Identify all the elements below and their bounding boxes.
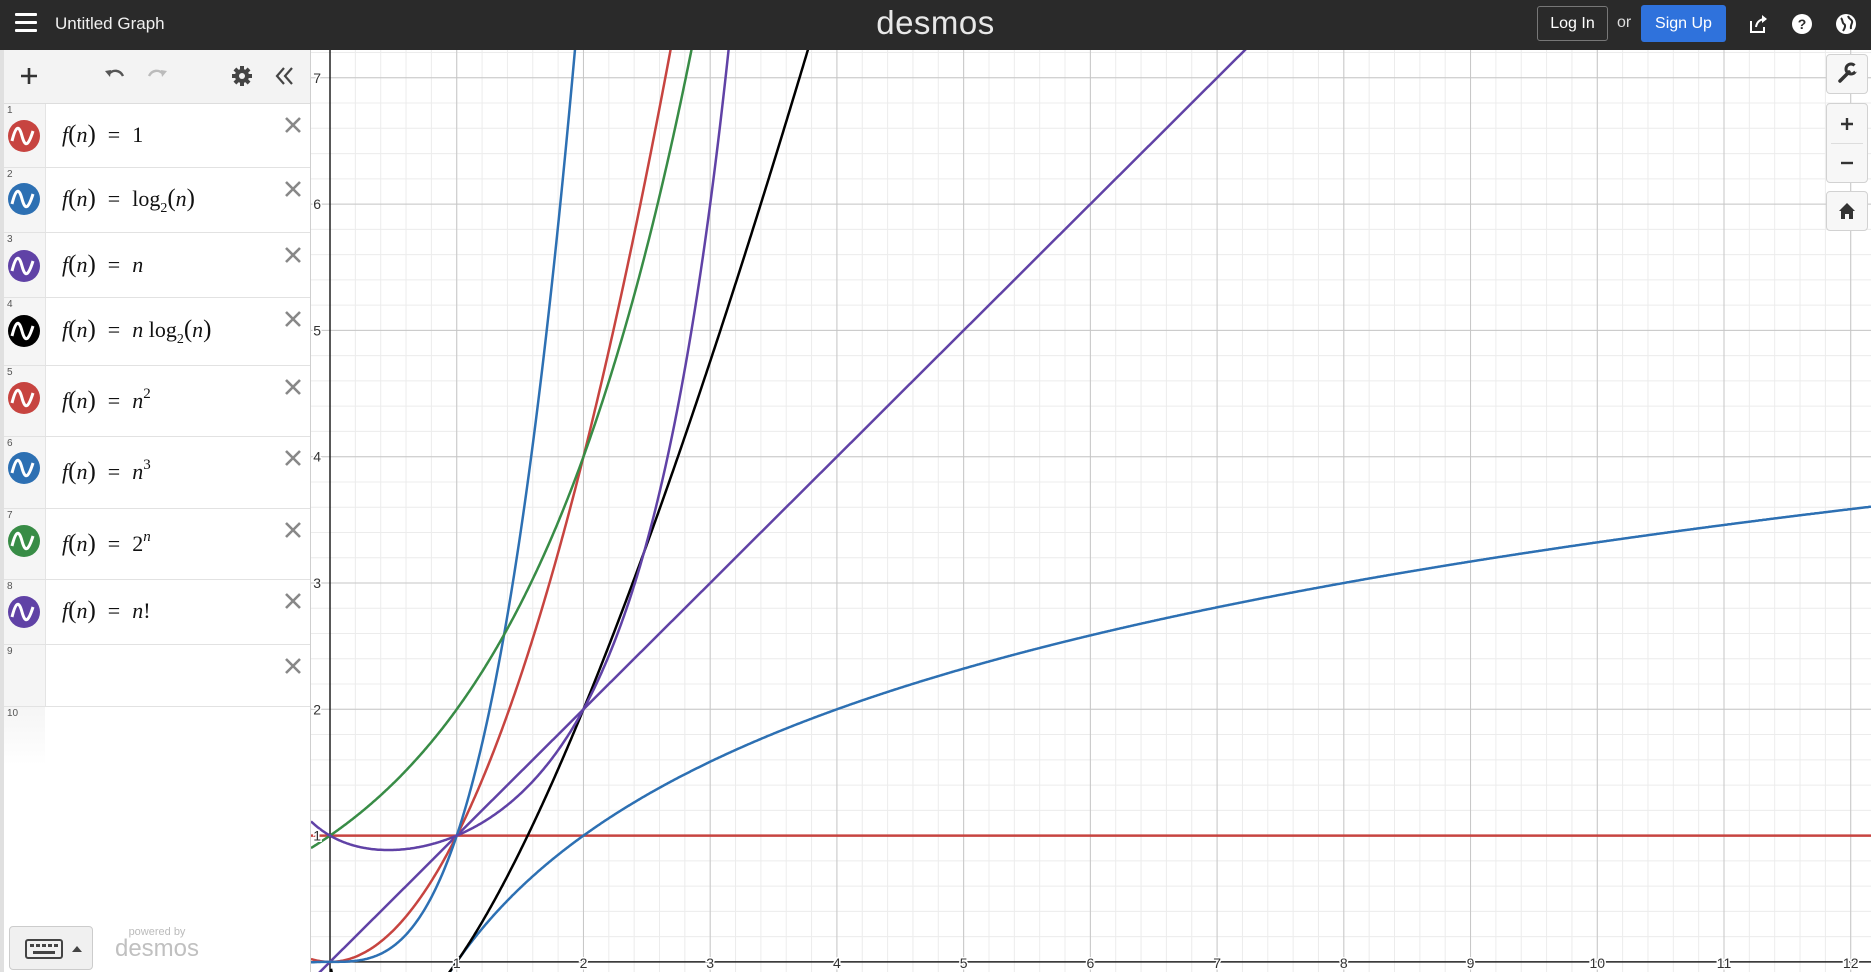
expression-item-empty[interactable]: 9 bbox=[4, 645, 310, 707]
expression-math[interactable]: f(n) = log2(n) bbox=[62, 185, 195, 216]
keyboard-toggle-button[interactable] bbox=[9, 926, 93, 970]
close-icon[interactable] bbox=[282, 308, 304, 330]
y-tick-label: 6 bbox=[313, 196, 321, 212]
expression-math[interactable]: f(n) = 2n bbox=[62, 530, 151, 558]
expression-item[interactable]: 2 f(n) = log2(n) bbox=[4, 168, 310, 233]
curve-5 bbox=[311, 50, 672, 964]
x-tick-label: 4 bbox=[833, 955, 841, 971]
graph-color-icon[interactable] bbox=[7, 119, 41, 153]
wrench-icon[interactable] bbox=[1827, 55, 1867, 93]
powered-by-desmos: powered by desmos bbox=[114, 926, 200, 962]
expression-panel: 1 f(n) = 1 2 f(n) = log2(n) 3 f(n) = n 4… bbox=[0, 50, 311, 972]
x-tick-label: 10 bbox=[1589, 955, 1605, 971]
help-icon[interactable]: ? bbox=[1790, 12, 1814, 36]
y-tick-label: 4 bbox=[313, 449, 321, 465]
close-icon[interactable] bbox=[282, 447, 304, 469]
expression-item[interactable]: 7 f(n) = 2n bbox=[4, 509, 310, 580]
zoom-in-icon[interactable] bbox=[1827, 105, 1867, 143]
sign-up-button[interactable]: Sign Up bbox=[1641, 5, 1726, 42]
expression-number: 1 bbox=[7, 105, 13, 116]
x-tick-label: 9 bbox=[1467, 955, 1475, 971]
expression-number: 8 bbox=[7, 581, 13, 592]
home-icon[interactable] bbox=[1827, 192, 1867, 230]
graph-color-icon[interactable] bbox=[7, 182, 41, 216]
x-tick-label: 1 bbox=[453, 955, 461, 971]
curve-8 bbox=[311, 50, 730, 852]
x-tick-label: 6 bbox=[1086, 955, 1094, 971]
curve-2 bbox=[448, 505, 1871, 972]
expression-number: 6 bbox=[7, 438, 13, 449]
expression-math[interactable]: f(n) = n log2(n) bbox=[62, 316, 211, 347]
expression-item[interactable]: 1 f(n) = 1 bbox=[4, 104, 310, 168]
graph-color-icon[interactable] bbox=[7, 524, 41, 558]
or-label: or bbox=[1617, 14, 1632, 31]
expression-math[interactable]: f(n) = 1 bbox=[62, 121, 143, 149]
globe-icon[interactable] bbox=[1834, 12, 1858, 36]
close-icon[interactable] bbox=[282, 114, 304, 136]
curve-6 bbox=[311, 50, 577, 964]
close-icon[interactable] bbox=[282, 178, 304, 200]
zoom-out-icon[interactable] bbox=[1827, 144, 1867, 182]
expression-list: 1 f(n) = 1 2 f(n) = log2(n) 3 f(n) = n 4… bbox=[4, 104, 310, 765]
close-icon[interactable] bbox=[282, 244, 304, 266]
y-tick-label: 7 bbox=[313, 70, 321, 86]
expression-number: 5 bbox=[7, 367, 13, 378]
undo-icon[interactable] bbox=[102, 63, 128, 89]
expression-number: 7 bbox=[7, 510, 13, 521]
x-tick-label: 8 bbox=[1340, 955, 1348, 971]
x-tick-label: 11 bbox=[1717, 955, 1732, 971]
share-icon[interactable] bbox=[1747, 12, 1771, 36]
x-tick-label: 2 bbox=[580, 955, 588, 971]
close-icon[interactable] bbox=[282, 519, 304, 541]
y-tick-label: 1 bbox=[313, 828, 321, 844]
curve-3 bbox=[318, 50, 1247, 972]
y-tick-label: 2 bbox=[313, 701, 321, 717]
graph-color-icon[interactable] bbox=[7, 381, 41, 415]
redo-icon[interactable] bbox=[144, 63, 170, 89]
curve-7 bbox=[311, 50, 693, 850]
expression-toolbar bbox=[4, 50, 310, 104]
graph-color-icon[interactable] bbox=[7, 249, 41, 283]
x-tick-label: 3 bbox=[706, 955, 714, 971]
keyboard-icon bbox=[25, 939, 82, 959]
expression-number: 9 bbox=[7, 646, 13, 657]
expression-item[interactable]: 8 f(n) = n! bbox=[4, 580, 310, 645]
expression-item[interactable]: 6 f(n) = n3 bbox=[4, 437, 310, 509]
y-tick-label: 3 bbox=[313, 575, 321, 591]
expression-math[interactable]: f(n) = n3 bbox=[62, 458, 151, 486]
graph-color-icon[interactable] bbox=[7, 451, 41, 485]
hamburger-menu-icon[interactable] bbox=[15, 13, 37, 33]
expression-math[interactable]: f(n) = n bbox=[62, 251, 143, 279]
expression-item[interactable]: 3 f(n) = n bbox=[4, 233, 310, 298]
expression-item[interactable]: 4 f(n) = n log2(n) bbox=[4, 298, 310, 366]
graph-title[interactable]: Untitled Graph bbox=[55, 14, 165, 34]
expression-item[interactable]: 5 f(n) = n2 bbox=[4, 366, 310, 437]
x-tick-label: 12 bbox=[1843, 955, 1859, 971]
expression-math[interactable]: f(n) = n2 bbox=[62, 387, 151, 415]
close-icon[interactable] bbox=[282, 590, 304, 612]
double-chevron-left-icon[interactable] bbox=[272, 63, 298, 89]
graph-paper[interactable]: 1 2 3 4 5 6 7 8 9 10 11 121234567 bbox=[311, 50, 1871, 972]
log-in-button[interactable]: Log In bbox=[1537, 6, 1608, 41]
x-tick-label: 7 bbox=[1213, 955, 1221, 971]
expression-number: 3 bbox=[7, 234, 13, 245]
top-bar: Untitled Graph desmos Log In or Sign Up … bbox=[0, 0, 1871, 50]
expression-math[interactable]: f(n) = n! bbox=[62, 597, 151, 625]
new-expression-placeholder[interactable]: 10 bbox=[4, 707, 310, 765]
expression-number: 2 bbox=[7, 169, 13, 180]
gear-icon[interactable] bbox=[229, 63, 255, 89]
y-tick-label: 5 bbox=[313, 322, 321, 338]
expression-number: 10 bbox=[7, 708, 19, 719]
graph-color-icon[interactable] bbox=[7, 314, 41, 348]
close-icon[interactable] bbox=[282, 376, 304, 398]
expression-number: 4 bbox=[7, 299, 13, 310]
graph-color-icon[interactable] bbox=[7, 595, 41, 629]
svg-text:?: ? bbox=[1798, 16, 1807, 32]
plus-icon[interactable] bbox=[16, 63, 42, 89]
close-icon[interactable] bbox=[282, 655, 304, 677]
x-tick-label: 5 bbox=[960, 955, 968, 971]
